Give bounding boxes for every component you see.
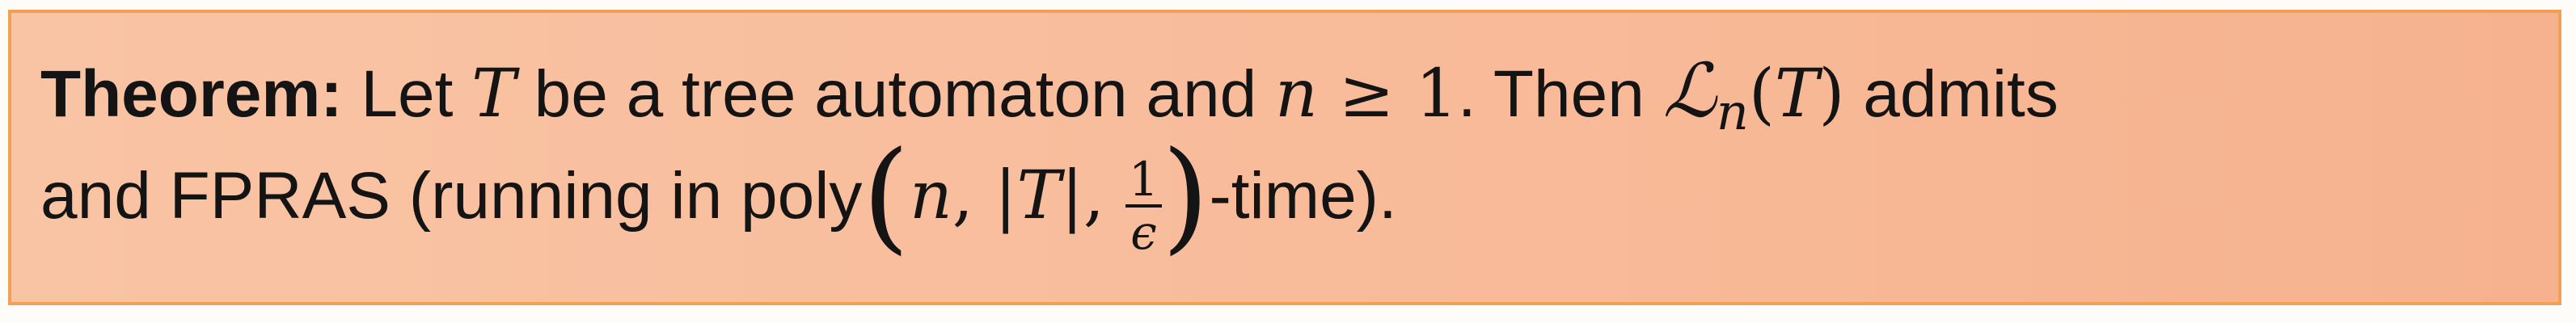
theorem-line-1: Theorem: Let T be a tree automaton and n… — [40, 44, 2531, 141]
text-admits: admits — [1844, 57, 2059, 131]
math-big-paren-open: ( — [862, 126, 910, 266]
math-big-paren-close: ) — [1161, 126, 1210, 266]
math-T-size: T — [1016, 157, 1062, 234]
math-paren-close: ) — [1818, 56, 1845, 132]
text-tree-automaton: be a tree automaton and — [515, 57, 1275, 131]
math-n-arg: n — [909, 157, 952, 234]
text-fpras: and FPRAS (running in poly — [40, 159, 863, 233]
math-n: n — [1275, 56, 1318, 132]
theorem-statement: Theorem: Let T be a tree automaton and n… — [40, 44, 2531, 258]
text-then: . Then — [1457, 57, 1663, 131]
theorem-box: Theorem: Let T be a tree automaton and n… — [8, 10, 2561, 305]
math-fraction-one-over-epsilon: 1ϵ — [1125, 154, 1162, 258]
math-tree-automaton-T: T — [471, 56, 516, 132]
text-time: -time). — [1209, 159, 1397, 233]
math-comma-bar: , | — [952, 157, 1017, 234]
math-paren-open: ( — [1748, 56, 1775, 132]
fraction-numerator: 1 — [1125, 154, 1162, 208]
text-let: Let — [342, 57, 472, 131]
theorem-line-2: and FPRAS (running in poly(n, |T|, 1 ϵ)-t… — [40, 136, 2531, 258]
math-script-L: ℒ — [1662, 48, 1717, 134]
theorem-label: Theorem: — [40, 57, 343, 131]
math-geq-one: ≥ 1 — [1317, 56, 1458, 132]
math-subscript-n: n — [1716, 82, 1749, 141]
fraction-denominator: ϵ — [1130, 205, 1157, 260]
math-T-arg: T — [1774, 56, 1819, 132]
math-bar-comma: |, — [1061, 157, 1126, 234]
